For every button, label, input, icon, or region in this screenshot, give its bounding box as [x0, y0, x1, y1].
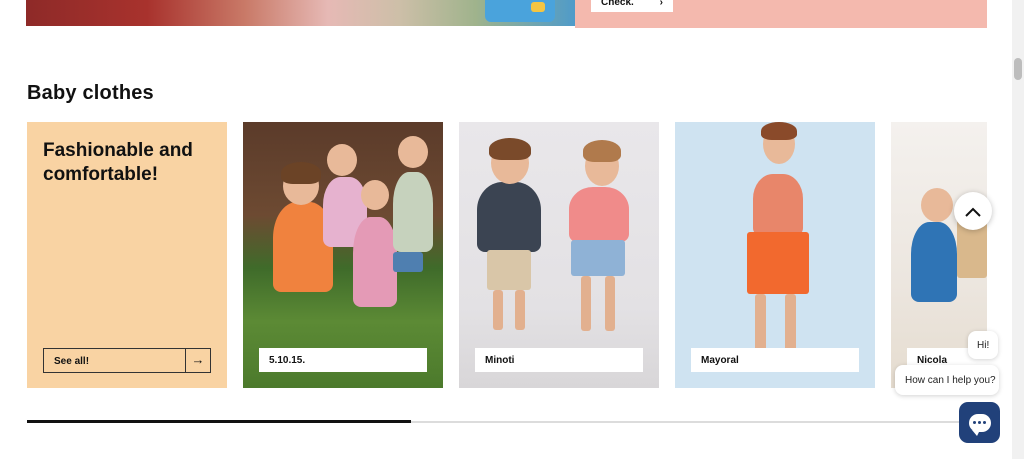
- page-scrollbar[interactable]: [1012, 0, 1024, 459]
- brand-card-minoti[interactable]: Minoti: [459, 122, 659, 388]
- brand-card-5-10-15[interactable]: 5.10.15.: [243, 122, 443, 388]
- chevron-up-icon: [965, 201, 981, 222]
- arrow-right-icon: ›: [659, 0, 663, 8]
- brand-card-mayoral[interactable]: Mayoral: [675, 122, 875, 388]
- child-tshirt: [477, 182, 541, 252]
- scrollbar-thumb[interactable]: [1014, 58, 1022, 80]
- banner-promo: Check. ›: [575, 0, 987, 28]
- chat-prompt-bubble[interactable]: How can I help you?: [895, 365, 999, 395]
- banner-check-label: Check.: [601, 0, 634, 8]
- child-leg: [515, 290, 525, 330]
- top-banner: Check. ›: [0, 0, 1012, 30]
- child-shorts: [487, 250, 531, 290]
- see-all-label: See all!: [54, 356, 90, 367]
- child-hair: [281, 162, 321, 184]
- brand-label: Minoti: [475, 348, 643, 372]
- promo-card: Fashionable and comfortable! See all! →: [27, 122, 227, 388]
- child-figure: [353, 217, 397, 307]
- see-all-button[interactable]: See all! →: [43, 348, 211, 373]
- chat-button[interactable]: [959, 402, 1000, 443]
- brand-label: Mayoral: [691, 348, 859, 372]
- child-hair: [583, 140, 621, 162]
- chat-greeting-bubble[interactable]: Hi!: [968, 331, 998, 359]
- section-title: Baby clothes: [27, 82, 154, 104]
- banner-check-button[interactable]: Check. ›: [591, 0, 673, 12]
- chat-icon: [968, 413, 991, 436]
- child-top: [753, 174, 803, 236]
- scroll-to-top-button[interactable]: [954, 192, 992, 230]
- child-hair: [489, 138, 531, 160]
- arrow-right-icon: →: [185, 349, 210, 372]
- child-tshirt: [569, 187, 629, 242]
- banner-photo-toy-detail: [531, 2, 545, 12]
- child-romper: [911, 222, 957, 302]
- child-hair: [761, 122, 797, 140]
- child-head: [398, 136, 428, 168]
- carousel-progress-fill: [27, 420, 411, 423]
- child-leg: [581, 276, 591, 331]
- child-shorts: [571, 240, 625, 276]
- child-shorts: [393, 252, 423, 272]
- child-shorts: [747, 232, 809, 294]
- chat-icon-dot: [973, 421, 976, 424]
- banner-photo: [26, 0, 575, 26]
- child-figure: [393, 172, 433, 252]
- promo-title: Fashionable and comfortable!: [43, 140, 193, 185]
- chat-icon-dot: [978, 421, 981, 424]
- chat-icon-dot: [983, 421, 986, 424]
- child-leg: [493, 290, 503, 330]
- child-head: [921, 188, 953, 222]
- child-head: [327, 144, 357, 176]
- brand-label: 5.10.15.: [259, 348, 427, 372]
- child-leg: [605, 276, 615, 331]
- child-head: [361, 180, 389, 210]
